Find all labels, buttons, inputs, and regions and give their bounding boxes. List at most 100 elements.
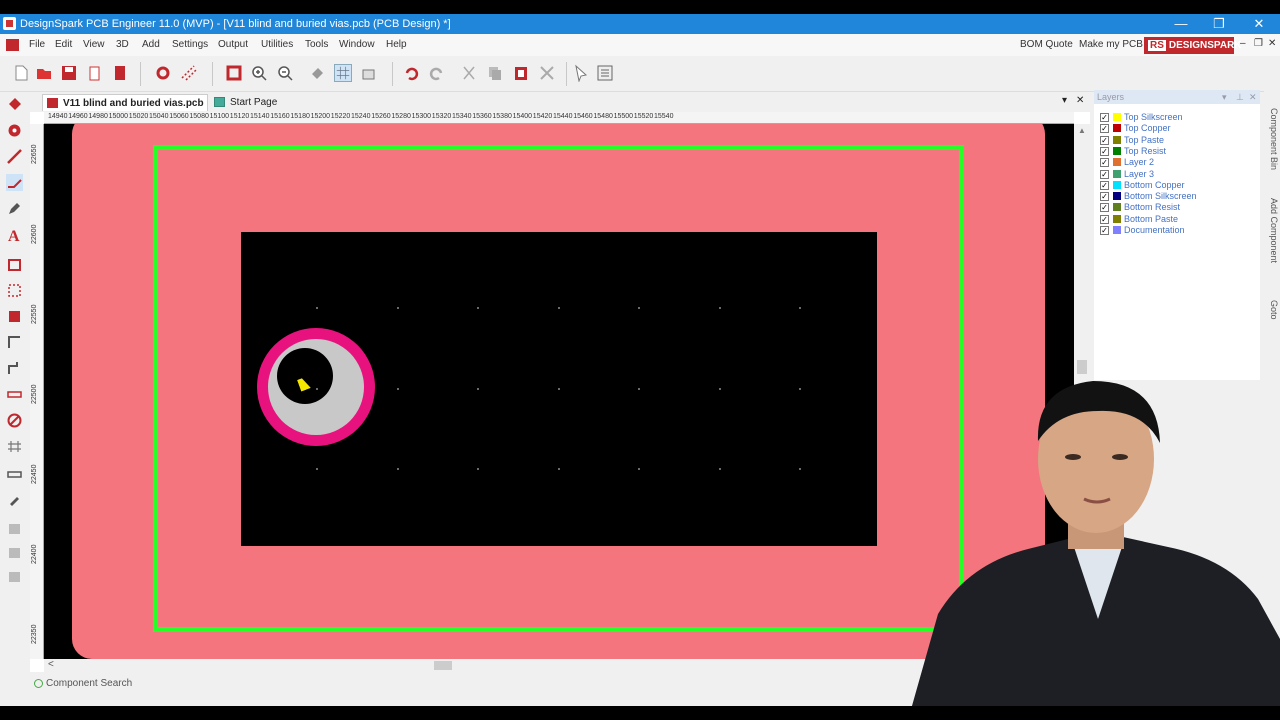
layer-color-swatch[interactable] — [1113, 113, 1121, 121]
rs-logo-icon[interactable] — [6, 39, 19, 51]
zoom-extents-icon[interactable] — [225, 64, 243, 82]
layer-visibility-checkbox[interactable]: ✓ — [1100, 169, 1109, 179]
no-route-icon[interactable] — [6, 412, 23, 429]
minimize-button[interactable]: — — [1162, 15, 1200, 33]
add-track-icon[interactable] — [6, 148, 23, 165]
edit-pads-icon[interactable] — [6, 492, 23, 509]
layer-visibility-checkbox[interactable]: ✓ — [1100, 226, 1109, 235]
layer-color-swatch[interactable] — [1113, 124, 1121, 133]
menu-output[interactable]: Output — [218, 39, 248, 50]
measure-icon[interactable] — [6, 466, 23, 483]
scroll-up-icon[interactable]: ▲ — [1078, 126, 1086, 135]
layer-color-swatch[interactable] — [1113, 169, 1121, 178]
layer-visibility-checkbox[interactable]: ✓ — [1100, 146, 1109, 156]
save-icon[interactable] — [60, 64, 78, 82]
add-copper-icon[interactable] — [6, 308, 23, 325]
grid-settings-icon[interactable] — [180, 64, 198, 82]
grid-point — [799, 307, 801, 309]
menu-settings[interactable]: Settings — [172, 39, 208, 50]
add-line-icon[interactable] — [6, 386, 23, 403]
grid-icon[interactable] — [334, 64, 352, 82]
ruler-label: 22500 — [31, 384, 38, 404]
mdi-close-button[interactable]: ✕ — [1268, 38, 1276, 49]
restore-button[interactable]: ❐ — [1200, 15, 1238, 33]
menu-help[interactable]: Help — [386, 39, 407, 50]
add-board-icon[interactable] — [6, 334, 23, 351]
layer-visibility-checkbox[interactable]: ✓ — [1100, 158, 1109, 168]
dimension-icon[interactable] — [6, 438, 23, 455]
layers-icon[interactable] — [360, 64, 378, 82]
component-search[interactable]: Component Search — [46, 678, 132, 689]
disabled-tool-3-icon[interactable] — [6, 568, 23, 585]
layer-visibility-checkbox[interactable]: ✓ — [1100, 135, 1109, 145]
redo-icon[interactable] — [428, 64, 446, 82]
tab-label: V11 blind and buried vias.pcb — [63, 98, 204, 109]
layer-color-swatch[interactable] — [1113, 214, 1121, 223]
new-file-icon[interactable] — [12, 64, 30, 82]
tab-list-dropdown[interactable]: ▾ — [1062, 95, 1067, 106]
fill-icon[interactable] — [308, 64, 326, 82]
library-icon[interactable] — [111, 64, 129, 82]
zoom-out-icon[interactable] — [276, 64, 294, 82]
disabled-tool-1-icon[interactable] — [6, 520, 23, 537]
bom-quote-link[interactable]: BOM Quote — [1020, 39, 1073, 50]
panel-close-icon[interactable]: ✕ — [1249, 90, 1257, 104]
copy-icon[interactable] — [486, 64, 504, 82]
layer-visibility-checkbox[interactable]: ✓ — [1100, 180, 1109, 190]
route-tool-icon[interactable] — [6, 174, 23, 191]
menu-utilities[interactable]: Utilities — [261, 39, 293, 50]
horizontal-scroll-thumb[interactable] — [434, 661, 452, 670]
pen-tool-icon[interactable] — [6, 200, 23, 217]
side-tab-component-bin[interactable]: Component Bin — [1266, 108, 1279, 170]
side-tab-add-component[interactable]: Add Component — [1266, 198, 1279, 263]
select-icon[interactable] — [572, 64, 590, 82]
layer-color-swatch[interactable] — [1113, 158, 1121, 167]
layer-visibility-checkbox[interactable]: ✓ — [1100, 192, 1109, 202]
layer-color-swatch[interactable] — [1113, 226, 1121, 234]
undo-icon[interactable] — [402, 64, 420, 82]
paste-icon[interactable] — [512, 64, 530, 82]
delete-icon[interactable] — [538, 64, 556, 82]
layer-visibility-checkbox[interactable]: ✓ — [1100, 203, 1109, 213]
layer-color-swatch[interactable] — [1113, 146, 1121, 155]
tab-start-page[interactable]: Start Page — [210, 94, 290, 111]
zoom-in-icon[interactable] — [250, 64, 268, 82]
menu-file[interactable]: File — [29, 39, 45, 50]
disabled-tool-2-icon[interactable] — [6, 544, 23, 561]
menu-tools[interactable]: Tools — [305, 39, 328, 50]
add-shape-icon[interactable] — [6, 256, 23, 273]
layer-visibility-checkbox[interactable]: ✓ — [1100, 113, 1109, 122]
pointer-tool-icon[interactable] — [6, 96, 23, 113]
tab-close-button[interactable]: ✕ — [1076, 95, 1084, 106]
add-via-icon[interactable] — [6, 122, 23, 139]
designspark-logo[interactable]: RS DESIGNSPARK — [1144, 37, 1242, 54]
add-text-icon[interactable]: A — [6, 226, 23, 243]
cut-icon[interactable] — [460, 64, 478, 82]
layer-color-swatch[interactable] — [1113, 192, 1121, 201]
mdi-restore-button[interactable]: ❐ — [1254, 38, 1263, 49]
copy-document-icon[interactable] — [86, 64, 104, 82]
menu-edit[interactable]: Edit — [55, 39, 72, 50]
menu-window[interactable]: Window — [339, 39, 375, 50]
make-my-pcb-link[interactable]: Make my PCB — [1079, 39, 1143, 50]
layer-visibility-checkbox[interactable]: ✓ — [1100, 124, 1109, 134]
panel-pin-icon[interactable]: ⊥ — [1236, 90, 1244, 104]
layer-color-swatch[interactable] — [1113, 135, 1121, 144]
mdi-minimize-button[interactable]: – — [1240, 38, 1246, 49]
side-tab-goto[interactable]: Goto — [1266, 300, 1279, 320]
menu-add[interactable]: Add — [142, 39, 160, 50]
tab-pcb-document[interactable]: V11 blind and buried vias.pcb — [42, 94, 208, 111]
component-bin-icon[interactable] — [596, 64, 614, 82]
close-button[interactable]: ✕ — [1240, 15, 1278, 33]
layer-visibility-checkbox[interactable]: ✓ — [1100, 214, 1109, 224]
menu-3d[interactable]: 3D — [116, 39, 129, 50]
layer-color-swatch[interactable] — [1113, 180, 1121, 189]
panel-dropdown-icon[interactable]: ▾ — [1222, 90, 1227, 104]
add-template-icon[interactable] — [6, 360, 23, 377]
add-area-icon[interactable] — [6, 282, 23, 299]
menu-view[interactable]: View — [83, 39, 105, 50]
open-file-icon[interactable] — [35, 64, 53, 82]
design-settings-icon[interactable] — [154, 64, 172, 82]
layer-color-swatch[interactable] — [1113, 203, 1121, 212]
scroll-left-icon[interactable]: < — [48, 659, 54, 670]
